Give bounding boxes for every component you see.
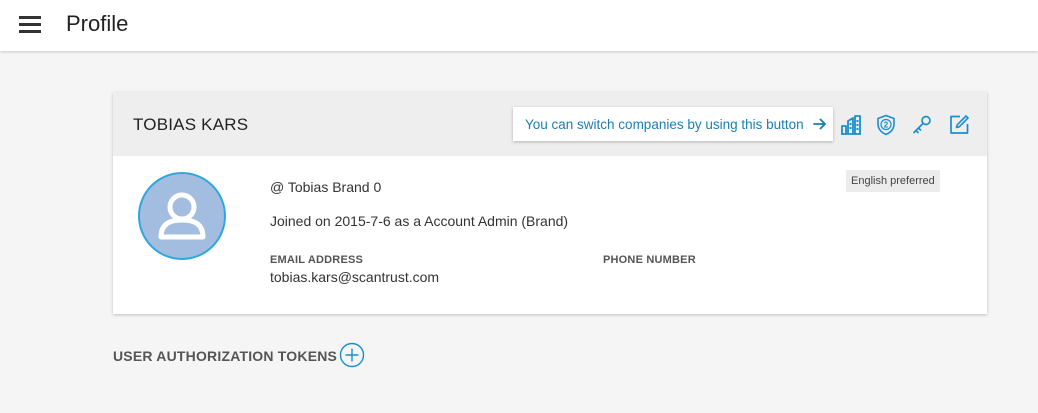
- profile-card-header: TOBIAS KARS You can switch companies by …: [113, 92, 987, 156]
- phone-label: PHONE NUMBER: [603, 254, 696, 266]
- email-value: tobias.kars@scantrust.com: [270, 269, 440, 285]
- svg-text:2: 2: [884, 121, 889, 130]
- add-circle-icon[interactable]: [339, 342, 365, 368]
- edit-icon[interactable]: [947, 113, 971, 137]
- top-app-bar: Profile: [0, 0, 1038, 51]
- email-label: EMAIL ADDRESS: [270, 254, 364, 266]
- page-title: Profile: [66, 11, 129, 36]
- profile-card: TOBIAS KARS You can switch companies by …: [113, 92, 987, 314]
- joined-line: Joined on 2015-7-6 as a Account Admin (B…: [270, 213, 569, 229]
- language-badge: English preferred: [846, 170, 940, 192]
- arrow-right-icon: [812, 116, 828, 132]
- switch-company-hint-label: You can switch companies by using this b…: [525, 116, 804, 132]
- user-silhouette-icon: [158, 192, 206, 240]
- user-name: TOBIAS KARS: [133, 115, 249, 134]
- avatar: [138, 172, 226, 260]
- company-buildings-icon[interactable]: [839, 113, 863, 137]
- brand-line: @ Tobias Brand 0: [270, 179, 382, 195]
- tokens-section-title: USER AUTHORIZATION TOKENS: [113, 348, 338, 364]
- two-factor-shield-icon[interactable]: 2: [874, 113, 898, 137]
- key-icon[interactable]: [910, 113, 934, 137]
- switch-company-hint-button[interactable]: You can switch companies by using this b…: [513, 107, 833, 141]
- hamburger-menu-icon[interactable]: [18, 14, 42, 34]
